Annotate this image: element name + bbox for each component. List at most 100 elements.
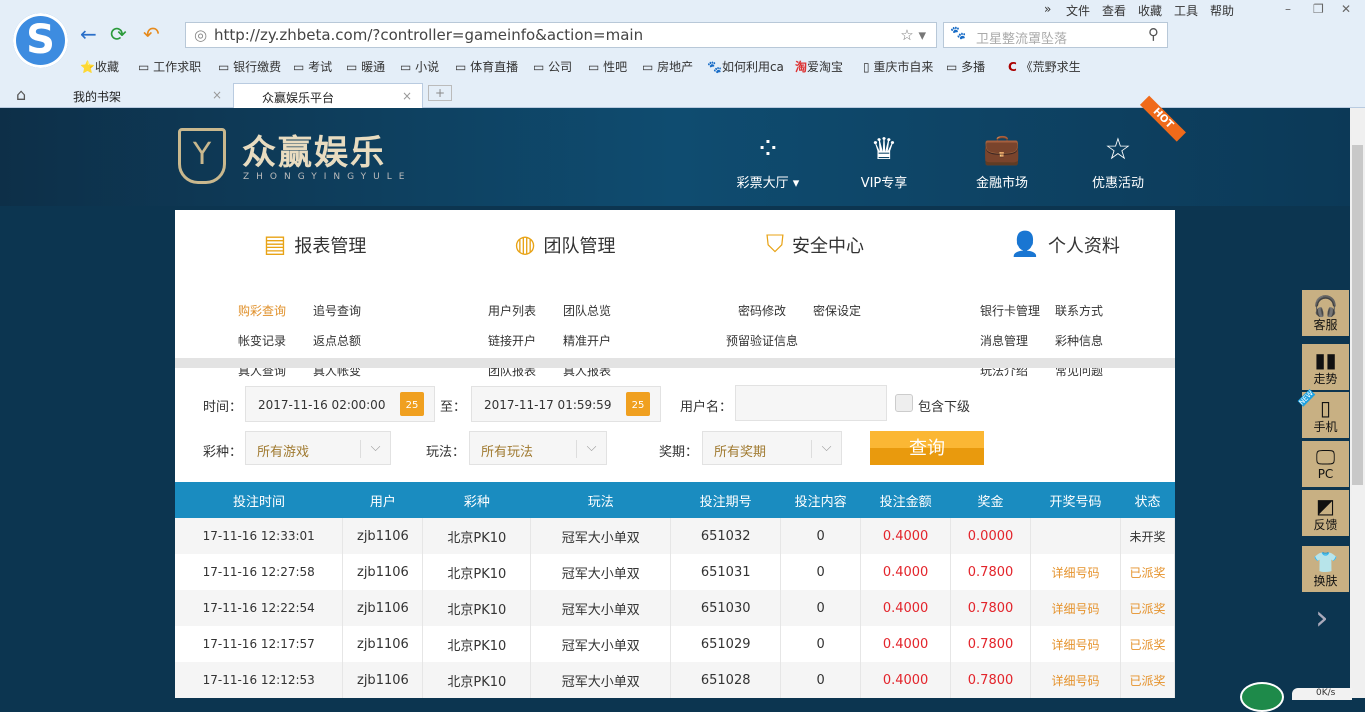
bookmark[interactable]: ▭ 暖通 (346, 58, 385, 75)
table-cell[interactable]: 详细号码 (1030, 590, 1121, 626)
link-team-overview[interactable]: 团队总览 (563, 302, 638, 319)
browser-chrome: S ← ⟳ ↶ http://zy.zhbeta.com/?controller… (0, 0, 1365, 108)
include-subordinates-checkbox[interactable] (895, 394, 913, 412)
sidebar-feedback[interactable]: ◩ 反馈 (1302, 490, 1349, 536)
search-input[interactable]: 卫星整流罩坠落 🐾 ⚲ (943, 22, 1168, 48)
menu-view[interactable]: 查看 (1102, 2, 1126, 19)
search-icon[interactable]: ⚲ (1148, 25, 1159, 43)
brand-name[interactable]: 众赢娱乐 (242, 125, 386, 174)
table-row: 17-11-16 12:22:54 zjb1106 北京PK10 冠军大小单双 6510… (175, 590, 1176, 626)
search-placeholder: 卫星整流罩坠落 (976, 32, 1068, 47)
bookmark[interactable]: C 《荒野求生 (1008, 58, 1081, 75)
link-bank-cards[interactable]: 银行卡管理 (980, 302, 1055, 319)
sidebar-mobile[interactable]: ▯ 手机 NEW (1297, 389, 1349, 438)
nav-finance[interactable]: 💼 金融市场 (952, 132, 1052, 191)
table-cell[interactable]: 详细号码 (1030, 626, 1121, 662)
sidebar-skin[interactable]: 👕 换肤 (1302, 546, 1349, 592)
chevron-right-icon[interactable]: › (1315, 598, 1329, 638)
speed-ball-icon[interactable] (1240, 682, 1284, 712)
bookmark[interactable]: ▭ 银行缴费 (218, 58, 281, 75)
sidebar-support[interactable]: 🎧 客服 (1302, 290, 1349, 336)
bookmark[interactable]: ▭ 小说 (400, 58, 439, 75)
query-button[interactable]: 查询 (870, 431, 984, 465)
bookmark[interactable]: ▭ 工作求职 (138, 58, 201, 75)
bookmark[interactable]: ▭ 体育直播 (455, 58, 518, 75)
star-icon[interactable]: ☆ ▾ (900, 26, 926, 44)
column-header: 投注期号 (670, 482, 781, 518)
address-bar[interactable]: http://zy.zhbeta.com/?controller=gameinf… (185, 22, 937, 48)
lottery-label: 彩种： (203, 445, 243, 460)
section-security: ⛉ 安全中心 密码修改 密保设定 预留验证信息 (690, 230, 940, 348)
network-speed: 0K/s (1292, 688, 1352, 700)
menu-tools[interactable]: 工具 (1174, 2, 1198, 19)
close-icon[interactable]: ✕ (1341, 2, 1351, 16)
link-change-password[interactable]: 密码修改 (738, 302, 813, 319)
link-verify-info[interactable]: 预留验证信息 (726, 332, 888, 349)
tab-close-icon[interactable]: × (212, 88, 222, 102)
table-cell: 651031 (670, 554, 782, 590)
refresh-icon[interactable]: ⟳ (110, 22, 127, 46)
bookmark[interactable]: ▭ 多播 (946, 58, 985, 75)
back-icon[interactable]: ← (80, 22, 97, 46)
feedback-icon: ◩ (1316, 494, 1335, 518)
sidebar-pc[interactable]: 🖵 PC (1302, 441, 1349, 487)
sidebar-trend[interactable]: ▮▮ 走势 (1302, 344, 1349, 390)
end-time-input[interactable]: 2017-11-17 01:59:59 25 (471, 386, 661, 422)
chevron-down-icon: ⌵ (360, 440, 390, 458)
link-bet-query[interactable]: 购彩查询 (238, 302, 313, 319)
tab-close-icon[interactable]: × (402, 89, 412, 103)
tab-bookshelf[interactable]: 我的书架 × (45, 83, 230, 108)
link-precise-account[interactable]: 精准开户 (563, 332, 638, 349)
menu-help[interactable]: 帮助 (1210, 2, 1234, 19)
table-cell: 0.4000 (860, 590, 952, 626)
table-cell: 已派奖 (1120, 662, 1176, 698)
link-lottery-info[interactable]: 彩种信息 (1055, 332, 1130, 349)
scrollbar-thumb[interactable] (1352, 145, 1363, 485)
nav-lottery-hall[interactable]: ⁘ 彩票大厅 ▾ (718, 132, 818, 191)
bookmark[interactable]: ▭ 房地产 (642, 58, 693, 75)
table-cell: 0 (780, 554, 862, 590)
menu-file[interactable]: 文件 (1066, 2, 1090, 19)
bookmark[interactable]: 淘爱淘宝 (795, 58, 843, 75)
table-cell[interactable]: 详细号码 (1030, 554, 1121, 590)
period-select[interactable]: 所有奖期 ⌵ (702, 431, 842, 465)
undo-icon[interactable]: ↶ (143, 22, 160, 46)
link-messages[interactable]: 消息管理 (980, 332, 1055, 349)
calendar-icon[interactable]: 25 (626, 392, 650, 416)
bookmark[interactable]: ▭ 考试 (293, 58, 332, 75)
bookmark[interactable]: ▯ 重庆市自来 (863, 58, 933, 75)
link-chase-query[interactable]: 追号查询 (313, 302, 388, 319)
link-account-changes[interactable]: 帐变记录 (238, 332, 313, 349)
calendar-icon[interactable]: 25 (400, 392, 424, 416)
nav-vip[interactable]: ♛ VIP专享 (834, 132, 934, 191)
nav-promotions[interactable]: ☆ 优惠活动 (1068, 132, 1168, 191)
section-profile: 👤 个人资料 银行卡管理 联系方式 消息管理 彩种信息 玩法介绍 常见问题 (940, 230, 1190, 378)
bookmark[interactable]: ⭐收藏 (80, 58, 119, 75)
lottery-select[interactable]: 所有游戏 ⌵ (245, 431, 391, 465)
column-header: 用户 (342, 482, 423, 518)
restore-icon[interactable]: ❐ (1313, 2, 1324, 16)
table-cell: 冠军大小单双 (530, 518, 672, 554)
link-open-account[interactable]: 链接开户 (488, 332, 563, 349)
menu-favorites[interactable]: 收藏 (1138, 2, 1162, 19)
menu-more[interactable]: » (1044, 2, 1051, 16)
table-cell: 北京PK10 (422, 554, 532, 590)
minimize-icon[interactable]: – (1285, 2, 1291, 16)
column-header: 开奖号码 (1030, 482, 1121, 518)
play-select[interactable]: 所有玩法 ⌵ (469, 431, 607, 465)
link-user-list[interactable]: 用户列表 (488, 302, 563, 319)
start-time-input[interactable]: 2017-11-16 02:00:00 25 (245, 386, 435, 422)
tab-active[interactable]: 众赢娱乐平台 × (233, 83, 423, 108)
table-cell: 0 (780, 626, 862, 662)
username-input[interactable] (735, 385, 887, 421)
bookmark[interactable]: ▭ 公司 (533, 58, 572, 75)
home-icon[interactable]: ⌂ (16, 85, 26, 104)
table-cell: 冠军大小单双 (530, 662, 672, 698)
link-rebate-total[interactable]: 返点总额 (313, 332, 388, 349)
link-contact[interactable]: 联系方式 (1055, 302, 1130, 319)
table-cell[interactable]: 详细号码 (1030, 662, 1121, 698)
link-security-question[interactable]: 密保设定 (813, 302, 888, 319)
new-tab-button[interactable]: + (428, 85, 453, 101)
bookmark[interactable]: 🐾如何利用ca (707, 58, 784, 75)
bookmark[interactable]: ▭ 性吧 (588, 58, 627, 75)
